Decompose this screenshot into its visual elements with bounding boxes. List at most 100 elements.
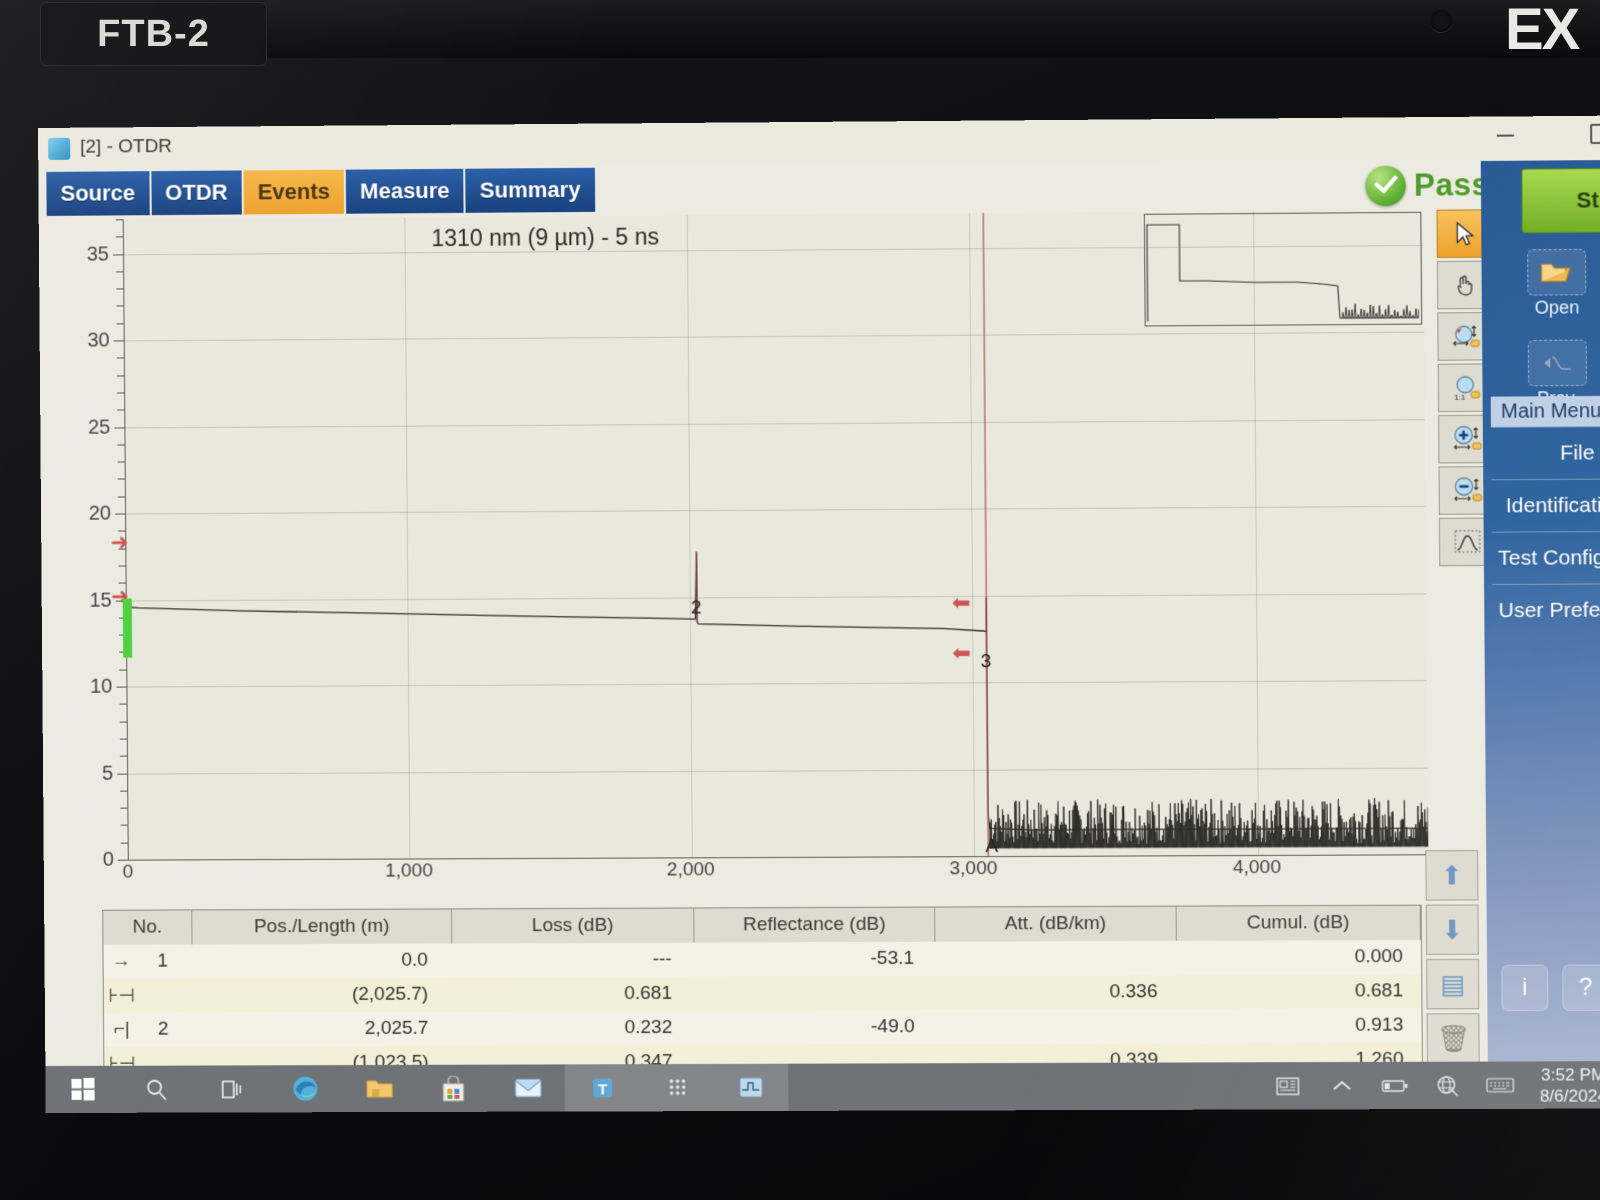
cell-attenuation: 0.336	[1109, 981, 1158, 1003]
brand-logo: EX	[1505, 0, 1580, 58]
system-tray: 3:52 PM 8/6/2024	[1263, 1061, 1600, 1109]
cell-event-number	[139, 979, 186, 1013]
y-axis-minor-tick	[117, 409, 125, 411]
cell-cumulative: 0.681	[1354, 980, 1404, 1002]
table-column-header[interactable]: Att. (dB/km)	[935, 906, 1177, 942]
otdr-trace-chart: 0 5 10 15 20 25 30 35 1310 nm (9 µm) - 5 ns 23A…	[61, 209, 1442, 900]
cell-attenuation	[933, 1009, 1176, 1044]
minimize-button[interactable]	[1496, 134, 1515, 137]
y-axis-minor-tick	[117, 496, 125, 498]
menu-item-file[interactable]: File	[1490, 425, 1600, 481]
window-title: [2] - OTDR	[80, 135, 173, 158]
menu-item-identification[interactable]: Identification	[1491, 478, 1600, 533]
table-row[interactable]: ⊦⊣ (2,025.7) 0.681 0.336 0.681	[103, 974, 1422, 1013]
show-hidden-icons[interactable]	[1316, 1079, 1369, 1093]
table-column-header[interactable]: Loss (dB)	[451, 908, 695, 944]
y-axis-tick	[117, 859, 128, 861]
bezel-top-strip	[265, 0, 1600, 58]
cell-reflectance	[690, 976, 933, 1011]
menu-item-user-preferences[interactable]: User Preferences	[1492, 583, 1600, 638]
y-axis-minor-tick	[117, 478, 125, 480]
task-view-icon[interactable]	[193, 1065, 268, 1112]
clock-date: 8/6/2024	[1539, 1085, 1600, 1106]
cell-event-number: 2	[157, 1018, 169, 1040]
table-column-header[interactable]: No.	[103, 910, 193, 945]
menu-item-test-configuration[interactable]: Test Configuration	[1491, 530, 1600, 586]
y-axis-tick-label: 15	[89, 588, 112, 611]
battery-icon[interactable]	[1368, 1078, 1421, 1092]
event-type-icon: →	[111, 950, 131, 972]
y-axis-tick	[113, 340, 124, 342]
status-badge: Pass	[1365, 165, 1490, 207]
cell-cumulative: 0.000	[1354, 946, 1403, 968]
y-axis-tick-label: 20	[88, 502, 112, 525]
cell-loss: 0.232	[624, 1016, 673, 1039]
table-column-header[interactable]: Pos./Length (m)	[192, 909, 453, 945]
microsoft-store-icon[interactable]	[416, 1065, 491, 1112]
cell-loss: ---	[652, 948, 672, 970]
scroll-down-button[interactable]: ⬇	[1425, 904, 1479, 956]
x-axis-tick-label: 2,000	[666, 859, 715, 881]
cursor-arrow-icon[interactable]: ⬅	[952, 640, 971, 665]
search-icon[interactable]	[119, 1066, 193, 1113]
cursor-arrow-icon[interactable]: ⬅	[952, 590, 971, 615]
previous-trace-icon	[1527, 339, 1588, 387]
plot-area[interactable]: 1310 nm (9 µm) - 5 ns 2 3 A ➜ ➜ ⬅ ⬅	[110, 209, 1429, 861]
start-button-taskbar[interactable]	[45, 1066, 119, 1113]
tab-events[interactable]: Events	[243, 169, 345, 215]
tab-summary[interactable]: Summary	[465, 167, 595, 213]
y-axis-tick	[116, 686, 127, 688]
table-settings-button[interactable]: ▤	[1426, 958, 1480, 1010]
network-icon[interactable]	[1421, 1074, 1474, 1096]
tab-source[interactable]: Source	[46, 171, 150, 216]
event-marker-label: 3	[980, 651, 992, 673]
y-axis-tick-label: 30	[87, 329, 110, 352]
app-icon	[48, 137, 71, 160]
y-axis-minor-tick	[117, 461, 125, 463]
y-axis-minor-tick	[117, 444, 125, 446]
help-button[interactable]: ?	[1562, 964, 1600, 1011]
y-axis-tick-label: 0	[102, 848, 114, 871]
y-axis-minor-tick	[117, 392, 125, 394]
cell-cumulative: 0.913	[1355, 1014, 1404, 1036]
news-icon[interactable]	[1263, 1076, 1316, 1096]
event-marker-label: A	[985, 835, 999, 857]
open-file-button[interactable]: Open	[1526, 248, 1587, 319]
delete-button[interactable]: 🗑	[1426, 1013, 1480, 1064]
maximize-button[interactable]	[1590, 123, 1600, 145]
y-axis-tick	[113, 253, 124, 256]
window-titlebar: [2] - OTDR	[38, 115, 1600, 170]
y-axis-minor-tick	[120, 825, 128, 827]
event-type-icon: ⊦⊣	[108, 985, 135, 1007]
y-axis-minor-tick	[119, 721, 127, 723]
tab-measure[interactable]: Measure	[345, 168, 464, 214]
y-axis-minor-tick	[119, 703, 127, 705]
event-marker-label: 2	[690, 597, 702, 619]
x-axis-tick-label: 1,000	[384, 860, 433, 882]
y-axis-minor-tick	[115, 219, 123, 221]
otdr-app-icon[interactable]	[713, 1063, 789, 1112]
y-axis-minor-tick	[116, 305, 124, 307]
x-axis-tick-label: 0	[122, 861, 134, 883]
y-axis-minor-tick	[120, 807, 128, 809]
y-axis-minor-tick	[116, 357, 124, 359]
mail-icon[interactable]	[490, 1064, 565, 1111]
info-button[interactable]: i	[1501, 964, 1549, 1012]
file-explorer-icon[interactable]	[342, 1065, 417, 1112]
start-button[interactable]: St	[1521, 167, 1600, 234]
right-control-panel: St Open Sav Prev.	[1480, 159, 1600, 1068]
keyboard-icon[interactable]	[1474, 1077, 1527, 1094]
edge-browser-icon[interactable]	[268, 1065, 343, 1112]
taskbar-clock[interactable]: 3:52 PM 8/6/2024	[1526, 1064, 1600, 1107]
scroll-up-button[interactable]: ⬆	[1425, 850, 1479, 901]
table-row[interactable]: → 1 0.0 --- -53.1 0.000	[103, 940, 1421, 979]
teams-icon[interactable]: T	[564, 1064, 640, 1112]
table-column-header[interactable]: Reflectance (dB)	[694, 907, 936, 943]
level-indicator-bar	[122, 598, 133, 658]
table-column-header[interactable]: Cumul. (dB)	[1176, 905, 1421, 941]
tab-otdr[interactable]: OTDR	[150, 170, 242, 216]
app-dots-icon[interactable]	[639, 1063, 714, 1112]
table-row[interactable]: ⌐| 2 2,025.7 0.232 -49.0 0.913	[104, 1008, 1422, 1046]
x-axis: 01,0002,0003,0004,000m	[123, 856, 1442, 891]
cursor-arrow-icon[interactable]: ➜	[110, 530, 129, 555]
